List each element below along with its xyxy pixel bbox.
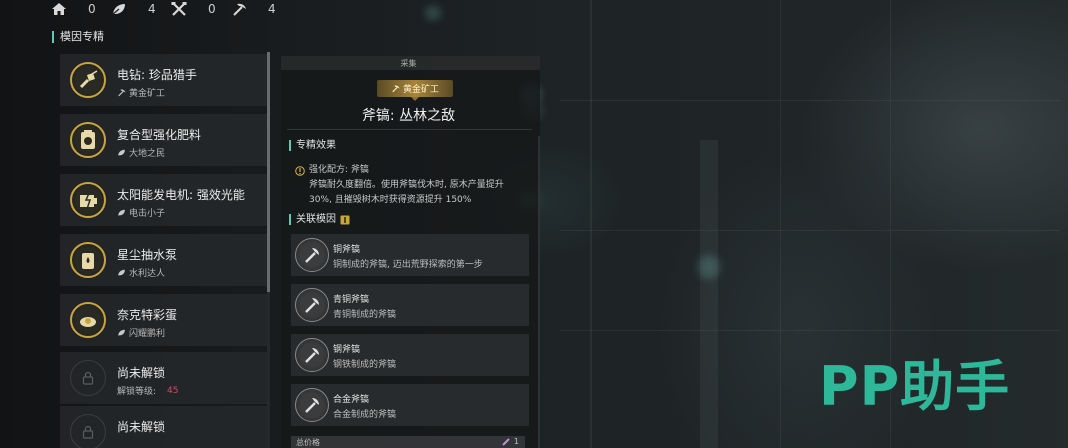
list-item-title: 电钻: 珍品猎手 [117, 68, 197, 82]
gene-item[interactable]: 铜斧镐 铜制成的斧镐, 迈出荒野探索的第一步 [291, 234, 529, 276]
gene-item[interactable]: 青铜斧镐 青铜制成的斧镐 [291, 284, 529, 326]
water-pump-icon [70, 242, 106, 278]
gene-desc: 合金制成的斧镐 [333, 410, 397, 420]
list-item-egg[interactable]: 奈克特彩蛋 闪耀鹏利 [60, 294, 267, 346]
related-heading: 关联模因 [289, 214, 350, 225]
axe-pick-icon [295, 288, 329, 322]
gene-name: 合金斧镐 [333, 395, 370, 405]
unlock-level-label: 解锁等级: [117, 387, 157, 397]
total-price-value-group: 1 [502, 437, 519, 446]
pickaxe-icon [392, 85, 400, 93]
resource-leaf-count: 4 [148, 2, 156, 16]
list-item-water-pump[interactable]: 星尘抽水泵 水利达人 [60, 234, 267, 286]
solar-generator-icon [70, 182, 106, 218]
gene-name: 钢斧镐 [333, 345, 361, 355]
tools-icon [170, 1, 188, 17]
detail-scrollbar[interactable] [538, 136, 540, 448]
resource-bar: 0 4 0 4 [50, 0, 290, 18]
effect-line-1: 强化配方: 斧镐 [309, 165, 369, 175]
gene-desc: 钢铁制成的斧镐 [333, 360, 397, 370]
home-icon [50, 1, 68, 17]
total-price-value: 1 [513, 437, 519, 446]
list-item-title: 太阳能发电机: 强效光能 [117, 188, 245, 202]
resource-tools-count: 0 [208, 2, 216, 16]
effect-line-2: 斧镐耐久度翻倍。使用斧镐伐木时, 原木产量提升 [309, 180, 504, 190]
leaf-icon [110, 1, 128, 17]
resource-pickaxe: 4 [230, 1, 290, 17]
gene-item[interactable]: 合金斧镐 合金制成的斧镐 [291, 384, 529, 426]
category-label: 采集 [400, 59, 417, 68]
axe-pick-icon [295, 388, 329, 422]
list-item-title: 复合型强化肥料 [117, 128, 202, 142]
list-item-title: 星尘抽水泵 [117, 248, 178, 262]
leaf-icon [118, 209, 125, 216]
list-item-sub: 黄金矿工 [117, 86, 165, 99]
axe-pick-icon [295, 238, 329, 272]
detail-title: 斧镐: 丛林之敌 [361, 108, 456, 124]
lock-icon [70, 414, 106, 448]
resource-home-count: 0 [88, 2, 96, 16]
gene-name: 青铜斧镐 [333, 295, 370, 305]
pickaxe-icon [230, 1, 248, 17]
list-item-sub-label: 闪耀鹏利 [129, 329, 166, 339]
unlock-level-value: 45 [167, 385, 179, 396]
pickaxe-icon [118, 89, 126, 97]
list-item-sub: 水利达人 [117, 266, 165, 279]
list-scrollbar[interactable] [267, 52, 270, 448]
egg-icon [70, 302, 106, 338]
list-item-fertilizer[interactable]: 复合型强化肥料 大地之民 [60, 114, 267, 166]
leaf-icon [118, 329, 125, 336]
list-item-sub: 大地之民 [117, 146, 165, 159]
total-price-label: 总价格 [296, 438, 320, 447]
watermark-logo: PP助手 [819, 355, 1011, 418]
related-heading-label: 关联模因 [296, 214, 336, 225]
gene-token-icon [502, 437, 510, 446]
list-scrollbar-thumb[interactable] [267, 52, 270, 292]
list-item-sub-label: 水利达人 [129, 269, 166, 279]
gene-name: 铜斧镐 [333, 245, 361, 255]
lock-icon [70, 360, 106, 396]
fertilizer-icon [70, 122, 106, 158]
detail-panel: 采集 黄金矿工 斧镐: 丛林之敌 专精效果 强化配方: 斧镐 斧镐耐久度翻倍。使… [281, 56, 540, 448]
profession-tag-label: 黄金矿工 [402, 85, 439, 95]
divider [287, 129, 532, 130]
list-item-title: 尚未解锁 [117, 420, 166, 434]
effect-line-3: 30%, 且摧毁树木时获得资源提升 150% [309, 195, 472, 205]
info-icon [295, 165, 305, 176]
list-item-sub-label: 大地之民 [129, 149, 166, 159]
resource-tools: 0 [170, 1, 230, 17]
list-item-locked[interactable]: 尚未解锁 [60, 406, 267, 448]
profession-tag: 黄金矿工 [377, 80, 453, 101]
list-item-title: 尚未解锁 [117, 366, 166, 380]
leaf-icon [118, 269, 125, 276]
effect-heading-label: 专精效果 [296, 140, 336, 151]
list-item-sub-label: 电击小子 [129, 209, 166, 219]
list-item-sub: 解锁等级: 45 [117, 384, 179, 398]
section-title: 模因专精 [52, 31, 104, 43]
gene-desc: 铜制成的斧镐, 迈出荒野探索的第一步 [333, 260, 483, 270]
list-item-drill[interactable]: 电钻: 珍品猎手 黄金矿工 [60, 54, 267, 106]
info-badge-icon [340, 215, 350, 224]
list-item-locked[interactable]: 尚未解锁 解锁等级: 45 [60, 352, 267, 404]
leaf-icon [118, 149, 125, 156]
gene-item[interactable]: 钢斧镐 钢铁制成的斧镐 [291, 334, 529, 376]
resource-leaf: 4 [110, 1, 170, 17]
list-item-solar[interactable]: 太阳能发电机: 强效光能 电击小子 [60, 174, 267, 226]
list-item-sub-label: 黄金矿工 [129, 89, 166, 99]
drill-icon [70, 62, 106, 98]
list-item-title: 奈克特彩蛋 [117, 308, 178, 322]
specialization-list: 电钻: 珍品猎手 黄金矿工 复合型强化肥料 大地之民 太阳能发电机: 强效光能 … [60, 48, 267, 448]
resource-home: 0 [50, 1, 110, 17]
gene-desc: 青铜制成的斧镐 [333, 310, 397, 320]
list-item-sub: 电击小子 [117, 206, 165, 219]
effect-heading: 专精效果 [289, 140, 336, 151]
effect-text: 强化配方: 斧镐 斧镐耐久度翻倍。使用斧镐伐木时, 原木产量提升 30%, 且摧… [295, 163, 535, 208]
total-price: 总价格 1 [291, 436, 525, 448]
list-item-sub: 闪耀鹏利 [117, 326, 165, 339]
axe-pick-icon [295, 338, 329, 372]
resource-pickaxe-count: 4 [268, 2, 276, 16]
